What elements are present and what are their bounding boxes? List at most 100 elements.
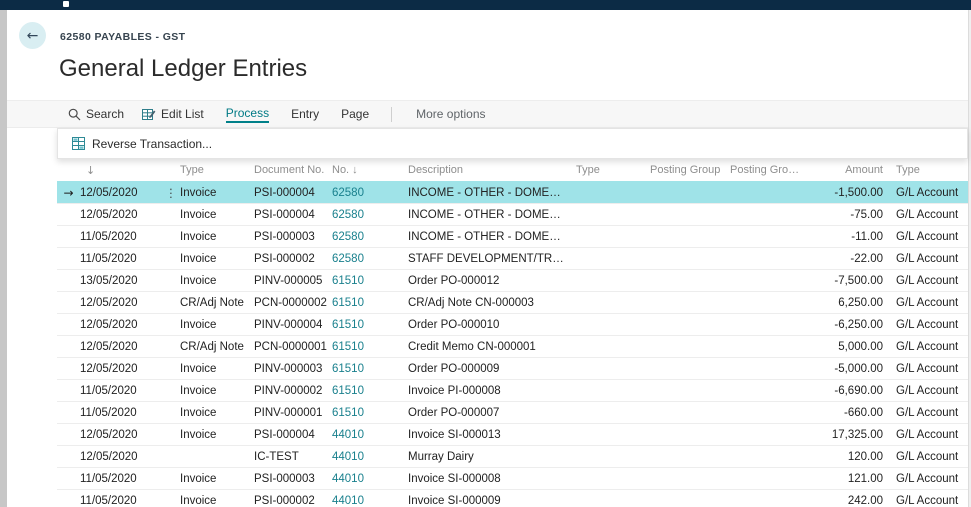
document-no-cell: PINV-000003 (254, 363, 332, 375)
account-type-cell: G/L Account (886, 297, 968, 309)
posting-date-cell: 11/05/2020 (80, 253, 162, 265)
back-arrow-icon: ← (27, 28, 39, 44)
account-type-cell: G/L Account (886, 407, 968, 419)
table-row[interactable]: 11/05/2020 Invoice PSI-000003 62580 INCO… (57, 225, 968, 247)
amount-cell: -75.00 (800, 209, 886, 221)
document-type-cell: Invoice (180, 187, 254, 199)
search-button[interactable]: Search (68, 107, 124, 121)
amount-cell: 120.00 (800, 451, 886, 463)
table-row[interactable]: 11/05/2020 Invoice PSI-000002 44010 Invo… (57, 489, 968, 507)
account-type-cell: G/L Account (886, 275, 968, 287)
reverse-transaction-icon (72, 137, 85, 150)
table-row[interactable]: 12/05/2020 CR/Adj Note PCN-0000002 61510… (57, 291, 968, 313)
toolbar-divider (391, 107, 392, 122)
account-type-cell: G/L Account (886, 253, 968, 265)
tab-process[interactable]: Process (226, 106, 269, 123)
account-no-link[interactable]: 44010 (332, 495, 408, 507)
amount-cell: 121.00 (800, 473, 886, 485)
posting-date-cell: 12/05/2020 (80, 209, 162, 221)
description-cell: INCOME - OTHER - DOMESTIC (408, 209, 576, 221)
header-document-no[interactable]: Document No. (254, 164, 332, 176)
account-no-link[interactable]: 62580 (332, 231, 408, 243)
posting-date-cell: 12/05/2020 (80, 297, 162, 309)
description-cell: INCOME - OTHER - DOMESTIC (408, 231, 576, 243)
breadcrumb[interactable]: 62580 PAYABLES - GST (60, 31, 186, 43)
account-no-link[interactable]: 61510 (332, 407, 408, 419)
search-icon (68, 108, 81, 121)
description-cell: CR/Adj Note CN-000003 (408, 297, 576, 309)
account-no-link[interactable]: 62580 (332, 253, 408, 265)
account-type-cell: G/L Account (886, 363, 968, 375)
account-no-link[interactable]: 61510 (332, 297, 408, 309)
menu-item-reverse-transaction[interactable]: Reverse Transaction... (72, 137, 212, 151)
tab-page[interactable]: Page (341, 107, 369, 121)
amount-cell: 5,000.00 (800, 341, 886, 353)
account-type-cell: G/L Account (886, 385, 968, 397)
table-row[interactable]: 12/05/2020 Invoice PINV-000004 61510 Ord… (57, 313, 968, 335)
table-header-row: ↓ Type Document No. No. ↓ Description Ty… (57, 159, 968, 181)
posting-date-cell: 12/05/2020 (80, 363, 162, 375)
posting-date-cell: 11/05/2020 (80, 385, 162, 397)
document-no-cell: PSI-000002 (254, 253, 332, 265)
table-row[interactable]: 11/05/2020 Invoice PSI-000002 62580 STAF… (57, 247, 968, 269)
action-toolbar: Search Edit List Process Entry Page More… (7, 100, 968, 128)
account-no-link[interactable]: 61510 (332, 363, 408, 375)
account-no-link[interactable]: 61510 (332, 275, 408, 287)
account-no-link[interactable]: 62580 (332, 187, 408, 199)
document-type-cell: Invoice (180, 429, 254, 441)
account-no-link[interactable]: 61510 (332, 319, 408, 331)
header-amount[interactable]: Amount (800, 164, 886, 176)
header-posting-date-sort[interactable]: ↓ (80, 164, 162, 177)
table-row[interactable]: 12/05/2020 Invoice PINV-000003 61510 Ord… (57, 357, 968, 379)
header-type[interactable]: Type (180, 164, 254, 176)
document-no-cell: PCN-0000002 (254, 297, 332, 309)
account-no-link[interactable]: 44010 (332, 473, 408, 485)
header-description[interactable]: Description (408, 164, 576, 176)
header-posting-group-2[interactable]: Posting Group (730, 164, 800, 176)
table-row[interactable]: 12/05/2020 CR/Adj Note PCN-0000001 61510… (57, 335, 968, 357)
tab-entry[interactable]: Entry (291, 107, 319, 121)
amount-cell: 6,250.00 (800, 297, 886, 309)
table-row[interactable]: 12/05/2020 IC-TEST 44010 Murray Dairy 12… (57, 445, 968, 467)
posting-date-cell: 12/05/2020 (80, 187, 162, 199)
posting-date-cell: 12/05/2020 (80, 429, 162, 441)
header-posting-group-1[interactable]: Posting Group (650, 164, 730, 176)
back-button[interactable]: ← (19, 22, 46, 49)
document-type-cell: Invoice (180, 363, 254, 375)
document-type-cell: CR/Adj Note (180, 297, 254, 309)
document-type-cell: Invoice (180, 385, 254, 397)
table-row[interactable]: 12/05/2020 Invoice PSI-000004 62580 INCO… (57, 203, 968, 225)
top-navigation-bar (0, 0, 971, 10)
description-cell: Credit Memo CN-000001 (408, 341, 576, 353)
posting-date-cell: 11/05/2020 (80, 407, 162, 419)
account-type-cell: G/L Account (886, 231, 968, 243)
account-no-link[interactable]: 62580 (332, 209, 408, 221)
account-no-link[interactable]: 44010 (332, 429, 408, 441)
account-type-cell: G/L Account (886, 429, 968, 441)
gl-entries-table: ↓ Type Document No. No. ↓ Description Ty… (57, 159, 968, 507)
account-no-link[interactable]: 44010 (332, 451, 408, 463)
header-no[interactable]: No. ↓ (332, 164, 408, 176)
document-type-cell: Invoice (180, 473, 254, 485)
table-row[interactable]: → 12/05/2020 ⋮ Invoice PSI-000004 62580 … (57, 181, 968, 203)
row-selected-arrow-icon: → (57, 186, 80, 200)
table-row[interactable]: 11/05/2020 Invoice PINV-000002 61510 Inv… (57, 379, 968, 401)
edit-list-button[interactable]: Edit List (142, 107, 204, 121)
document-type-cell: Invoice (180, 495, 254, 507)
app-window: ← 62580 PAYABLES - GST General Ledger En… (0, 0, 971, 507)
amount-cell: -6,250.00 (800, 319, 886, 331)
table-row[interactable]: 11/05/2020 Invoice PSI-000003 44010 Invo… (57, 467, 968, 489)
page-content: ← 62580 PAYABLES - GST General Ledger En… (7, 10, 968, 507)
row-options-icon[interactable]: ⋮ (162, 186, 180, 200)
page-title: General Ledger Entries (59, 55, 307, 83)
account-no-link[interactable]: 61510 (332, 385, 408, 397)
header-gen-type[interactable]: Type (576, 164, 650, 176)
more-options-button[interactable]: More options (416, 107, 485, 121)
table-row[interactable]: 11/05/2020 Invoice PINV-000001 61510 Ord… (57, 401, 968, 423)
description-cell: Order PO-000012 (408, 275, 576, 287)
account-no-link[interactable]: 61510 (332, 341, 408, 353)
table-row[interactable]: 13/05/2020 Invoice PINV-000005 61510 Ord… (57, 269, 968, 291)
amount-cell: -6,690.00 (800, 385, 886, 397)
table-row[interactable]: 12/05/2020 Invoice PSI-000004 44010 Invo… (57, 423, 968, 445)
header-account-type[interactable]: Type (886, 164, 968, 176)
